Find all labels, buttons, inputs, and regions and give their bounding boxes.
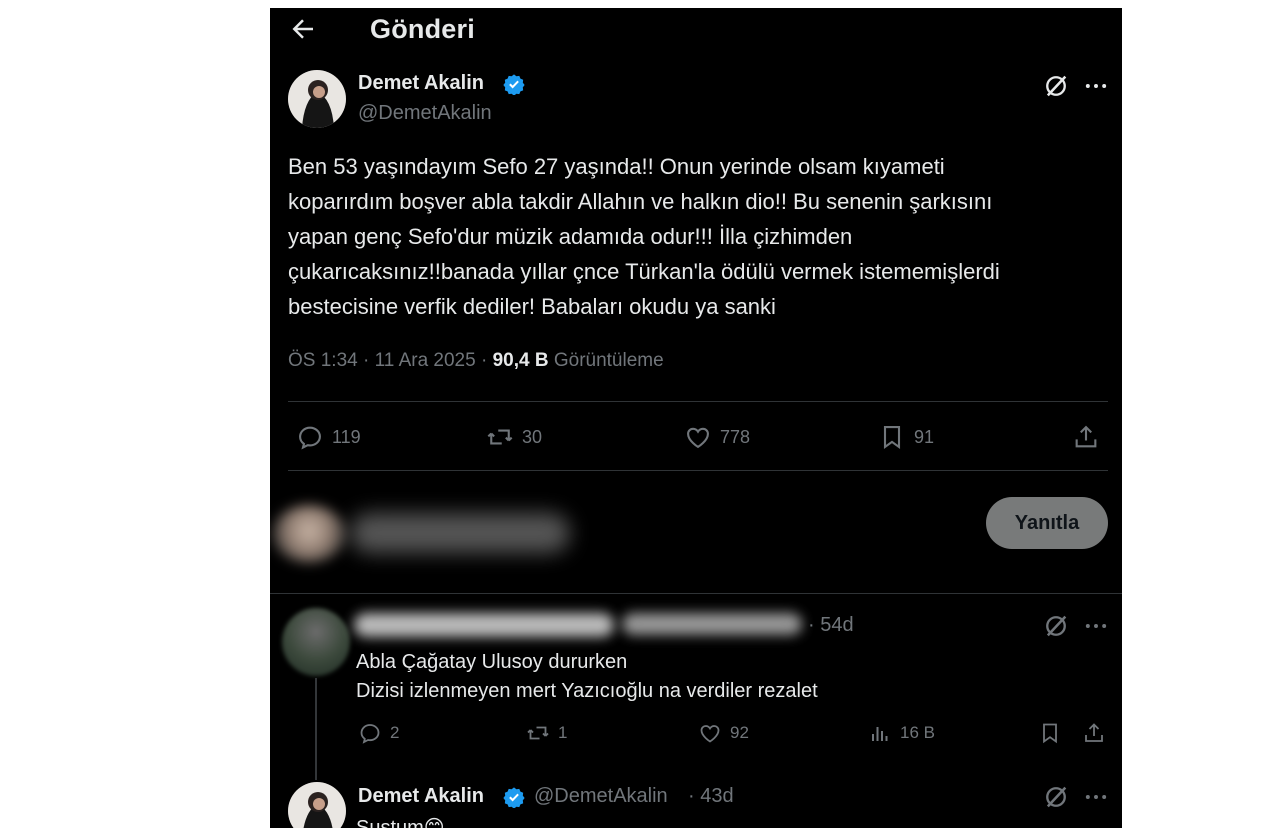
analytics-icon <box>872 727 888 741</box>
share-button[interactable] <box>1072 423 1100 451</box>
reply-author-name[interactable] <box>354 613 614 637</box>
reply-icon <box>299 426 321 450</box>
tweet-text-line: yapan genç Sefo'dur müzik adamıda odur!!… <box>288 224 853 249</box>
post-screen: Gönderi Demet Akalin @DemetAkalin Ben 53… <box>270 8 1122 828</box>
tweet-text-line: koparırdım boşver abla takdir Allahın ve… <box>288 189 993 214</box>
thread-connector <box>315 678 317 780</box>
like-button[interactable]: 778 <box>684 423 750 451</box>
share-icon <box>1085 723 1103 742</box>
section-divider <box>270 593 1122 594</box>
author-name[interactable]: Demet Akalin <box>358 785 484 808</box>
retweet-count: 30 <box>522 426 543 447</box>
reply-author-handle[interactable] <box>622 613 802 635</box>
tweet-text-line: Ben 53 yaşındayım Sefo 27 yaşında!! Onun… <box>288 154 945 179</box>
like-button[interactable]: 92 <box>698 721 749 745</box>
views-label: Görüntüleme <box>553 350 664 371</box>
page-title: Gönderi <box>370 14 475 44</box>
share-icon <box>1075 425 1097 448</box>
grok-icon[interactable] <box>1042 72 1070 100</box>
reply-text: Sustum😊 <box>356 817 445 828</box>
retweet-icon <box>527 726 549 740</box>
retweet-icon <box>487 429 513 445</box>
retweet-count: 1 <box>558 723 568 742</box>
tweet-text-line: bestecisine verfik dediler! Babaları oku… <box>288 294 776 319</box>
bookmark-button[interactable] <box>1038 721 1062 745</box>
retweet-button[interactable]: 1 <box>526 721 567 745</box>
user-avatar <box>272 505 346 563</box>
tweet-date[interactable]: 11 Ara 2025 <box>375 350 476 371</box>
reply-icon <box>360 724 380 744</box>
reply-submit-button[interactable]: Yanıtla <box>986 497 1108 549</box>
views-button[interactable]: 16 B <box>868 721 935 745</box>
tweet-text-line: çukarıcaksınız!!banada yıllar çnce Türka… <box>288 259 1000 284</box>
verified-badge-icon <box>503 74 525 95</box>
reply-text-line: Dizisi izlenmeyen mert Yazıcıoğlu na ver… <box>356 680 818 702</box>
reply-input[interactable] <box>350 513 570 553</box>
retweet-button[interactable]: 30 <box>486 423 542 451</box>
tweet-time[interactable]: ÖS 1:34 <box>288 350 358 371</box>
heart-icon <box>700 725 720 743</box>
bookmark-count: 91 <box>914 426 935 447</box>
author-handle[interactable]: @DemetAkalin <box>534 785 668 808</box>
more-options-icon[interactable] <box>1082 783 1110 811</box>
divider <box>288 470 1108 471</box>
bookmark-icon <box>1043 723 1057 744</box>
reply-body: Abla Çağatay Ulusoy dururken Dizisi izle… <box>356 648 818 706</box>
author-name[interactable]: Demet Akalin <box>358 72 484 95</box>
reply-count: 119 <box>332 426 361 447</box>
more-options-icon[interactable] <box>1082 612 1110 640</box>
view-count[interactable]: 90,4 B <box>493 350 549 371</box>
author-avatar[interactable] <box>288 70 346 128</box>
tweet-meta: ÖS 1:34 · 11 Ara 2025 · 90,4 B Görüntüle… <box>288 350 664 371</box>
bookmark-icon <box>883 426 901 449</box>
more-options-icon[interactable] <box>1082 72 1110 100</box>
back-arrow-icon[interactable] <box>288 14 318 44</box>
bookmark-button[interactable]: 91 <box>878 423 934 451</box>
reply-button[interactable]: 119 <box>296 423 361 451</box>
author-avatar[interactable] <box>288 782 346 828</box>
reply-author-avatar[interactable] <box>282 608 350 676</box>
divider <box>288 401 1108 402</box>
author-handle[interactable]: @DemetAkalin <box>358 102 492 125</box>
grok-icon[interactable] <box>1042 612 1070 640</box>
verified-badge-icon <box>503 787 525 808</box>
views-count: 16 B <box>900 723 935 742</box>
reply-count: 2 <box>390 723 400 742</box>
reply-text-line: Abla Çağatay Ulusoy dururken <box>356 651 628 673</box>
grok-icon[interactable] <box>1042 783 1070 811</box>
reply-time[interactable]: · 54d <box>808 614 854 637</box>
like-count: 778 <box>720 426 751 447</box>
share-button[interactable] <box>1082 721 1106 745</box>
top-header: Gönderi <box>270 8 1122 54</box>
like-count: 92 <box>730 723 749 742</box>
reply-button[interactable]: 2 <box>358 721 399 745</box>
reply-time[interactable]: · 43d <box>688 785 734 808</box>
tweet-body: Ben 53 yaşındayım Sefo 27 yaşında!! Onun… <box>288 149 1098 324</box>
heart-icon <box>687 427 709 449</box>
